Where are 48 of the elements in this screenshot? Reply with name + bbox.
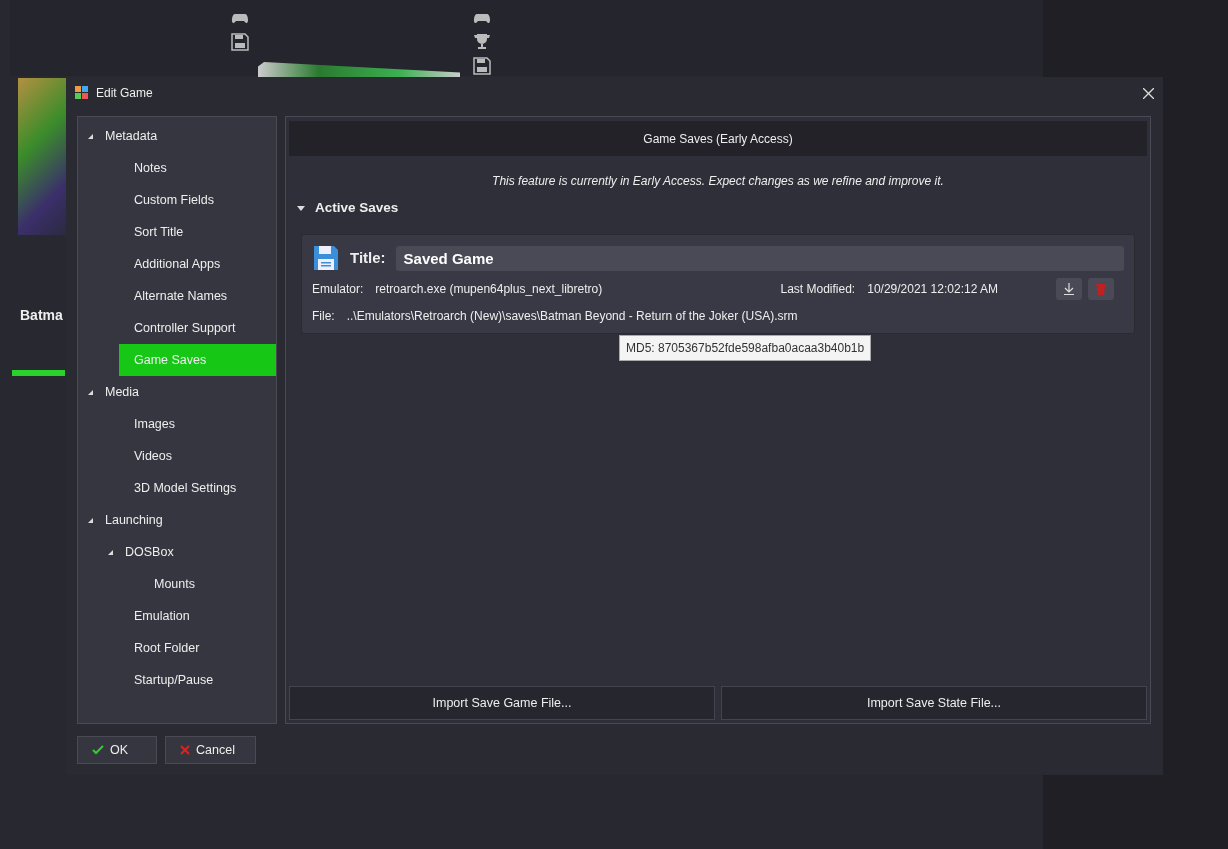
checkmark-icon bbox=[92, 745, 104, 755]
window-title: Edit Game bbox=[96, 84, 153, 102]
tree-item[interactable]: Emulation bbox=[78, 600, 276, 632]
title-field[interactable]: Saved Game bbox=[395, 245, 1124, 271]
tree-item[interactable]: Launching bbox=[78, 504, 276, 536]
close-icon bbox=[180, 745, 190, 755]
cube-icon bbox=[75, 86, 88, 99]
panel-title: Game Saves (Early Access) bbox=[643, 130, 793, 148]
highlight-bar bbox=[12, 370, 65, 376]
tree-item[interactable]: 3D Model Settings bbox=[78, 472, 276, 504]
tree-item[interactable]: Alternate Names bbox=[78, 280, 276, 312]
emulator-value: retroarch.exe (mupen64plus_next_libretro) bbox=[375, 281, 603, 299]
tree-item[interactable]: Custom Fields bbox=[78, 184, 276, 216]
section-toggle[interactable]: Active Saves bbox=[297, 198, 1147, 219]
game-title: Batma bbox=[20, 306, 63, 325]
tree-item[interactable]: Media bbox=[78, 376, 276, 408]
modified-value: 10/29/2021 12:02:12 AM bbox=[867, 281, 998, 299]
ok-button[interactable]: OK bbox=[77, 736, 157, 764]
tree-item[interactable]: Mounts bbox=[78, 568, 276, 600]
tree-item[interactable]: DOSBox bbox=[78, 536, 276, 568]
tree-item[interactable]: Root Folder bbox=[78, 632, 276, 664]
tree-item[interactable]: Metadata bbox=[78, 120, 276, 152]
modified-label: Last Modified: bbox=[780, 281, 856, 299]
expander-icon[interactable] bbox=[108, 549, 113, 555]
trash-icon bbox=[1096, 283, 1106, 296]
import-button[interactable]: Import Save Game File... bbox=[289, 686, 715, 720]
tree-item[interactable]: Images bbox=[78, 408, 276, 440]
tree-item[interactable]: Controller Support bbox=[78, 312, 276, 344]
file-path: ..\Emulators\Retroarch (New)\saves\Batman Beyond - Return of the Joker (USA).srm bbox=[346, 308, 798, 326]
cancel-button[interactable]: Cancel bbox=[165, 736, 256, 764]
expander-icon[interactable] bbox=[88, 389, 93, 395]
trophy-icon bbox=[473, 33, 491, 51]
notice-text: This feature is currently in Early Access. Expect changes as we refine and improve it. bbox=[492, 173, 944, 190]
tree-item[interactable]: Videos bbox=[78, 440, 276, 472]
close-icon[interactable] bbox=[1143, 87, 1154, 99]
download-icon bbox=[1064, 283, 1074, 296]
tree-item[interactable]: Additional Apps bbox=[78, 248, 276, 280]
title-label: Title: bbox=[350, 248, 386, 268]
tooltip: MD5: 8705367b52fde598afba0acaa3b40b1b bbox=[619, 335, 872, 361]
import-button[interactable]: Import Save State File... bbox=[721, 686, 1147, 720]
expander-icon[interactable] bbox=[88, 517, 93, 523]
emulator-label: Emulator: bbox=[312, 281, 364, 299]
file-label: File: bbox=[312, 308, 335, 326]
tree-item[interactable]: Notes bbox=[78, 152, 276, 184]
expander-icon[interactable] bbox=[88, 133, 93, 139]
tree-item[interactable]: Sort Title bbox=[78, 216, 276, 248]
tree-item[interactable]: Startup/Pause bbox=[78, 664, 276, 696]
download-button[interactable] bbox=[1056, 278, 1082, 301]
